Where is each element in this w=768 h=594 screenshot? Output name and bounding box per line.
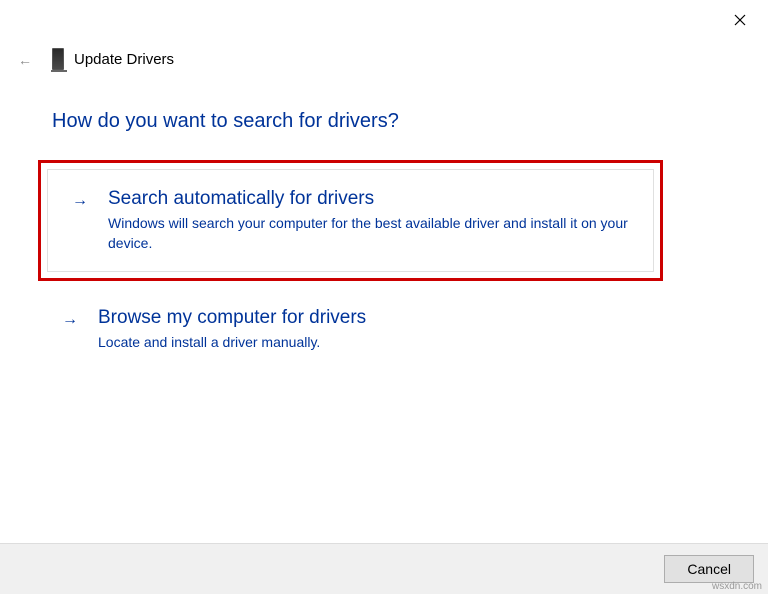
dialog-footer: Cancel: [0, 543, 768, 594]
back-arrow-icon[interactable]: ←: [18, 52, 32, 68]
close-button[interactable]: [730, 10, 750, 30]
dialog-header: Update Drivers: [52, 48, 174, 70]
cancel-button[interactable]: Cancel: [664, 555, 754, 583]
browse-computer-option[interactable]: → Browse my computer for drivers Locate …: [38, 297, 663, 371]
option-title: Search automatically for drivers: [108, 188, 633, 210]
option-description: Windows will search your computer for th…: [108, 214, 633, 253]
option-description: Locate and install a driver manually.: [98, 333, 643, 353]
dialog-title: Update Drivers: [74, 51, 174, 68]
close-icon: [734, 14, 746, 26]
main-heading: How do you want to search for drivers?: [52, 110, 399, 133]
arrow-right-icon: →: [72, 192, 88, 210]
device-icon: [52, 48, 64, 70]
option-title: Browse my computer for drivers: [98, 307, 643, 329]
search-automatically-option[interactable]: → Search automatically for drivers Windo…: [47, 169, 654, 272]
watermark-text: wsxdn.com: [712, 581, 762, 592]
driver-options: → Search automatically for drivers Windo…: [38, 160, 663, 371]
update-drivers-dialog: ← Update Drivers How do you want to sear…: [0, 0, 768, 594]
arrow-right-icon: →: [62, 311, 78, 329]
highlighted-option: → Search automatically for drivers Windo…: [38, 160, 663, 281]
